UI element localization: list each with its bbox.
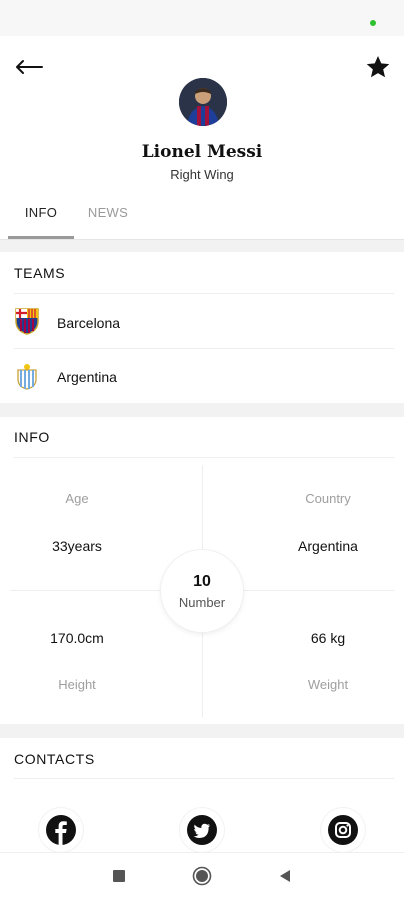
player-avatar — [179, 78, 227, 126]
section-gap — [0, 240, 404, 252]
instagram-button[interactable] — [321, 808, 365, 852]
favorite-button[interactable] — [362, 52, 394, 82]
jersey-number-value: 10 — [193, 572, 211, 590]
player-position: Right Wing — [170, 167, 234, 182]
recent-apps-button[interactable] — [107, 864, 131, 888]
square-icon — [113, 870, 125, 882]
instagram-icon — [328, 815, 358, 845]
weight-label: Weight — [307, 677, 349, 692]
team-row-barcelona[interactable]: Barcelona — [0, 298, 404, 348]
divider — [14, 293, 394, 294]
home-circle-icon — [192, 866, 212, 886]
jersey-number-label: Number — [178, 594, 226, 610]
section-gap — [0, 724, 404, 738]
country-label: Country — [305, 491, 351, 506]
divider — [14, 348, 394, 349]
info-section-title: INFO — [14, 429, 50, 445]
system-back-button[interactable] — [273, 864, 297, 888]
age-value: 33years — [52, 538, 102, 554]
teams-section-title: TEAMS — [14, 265, 66, 281]
team-row-argentina[interactable]: Argentina — [0, 352, 404, 402]
divider — [14, 778, 394, 779]
country-value: Argentina — [298, 538, 358, 554]
height-value: 170.0cm — [50, 630, 104, 646]
jersey-number-badge: 10 Number — [161, 550, 243, 632]
star-icon — [366, 55, 390, 78]
barcelona-crest-icon — [14, 307, 40, 335]
facebook-icon — [46, 815, 76, 845]
divider — [14, 457, 394, 458]
facebook-button[interactable] — [39, 808, 83, 852]
age-label: Age — [65, 491, 89, 506]
twitter-button[interactable] — [180, 808, 224, 852]
height-label: Height — [58, 677, 96, 692]
section-gap — [0, 403, 404, 417]
argentina-crest-icon — [14, 362, 40, 390]
tab-info[interactable]: INFO — [8, 205, 74, 220]
back-button[interactable] — [12, 54, 46, 80]
twitter-icon — [187, 815, 217, 845]
team-name: Barcelona — [57, 315, 121, 331]
team-name: Argentina — [57, 369, 117, 385]
home-button[interactable] — [190, 864, 214, 888]
triangle-back-icon — [280, 870, 290, 882]
weight-value: 66 kg — [310, 630, 346, 646]
back-arrow-icon — [16, 60, 43, 74]
battery-indicator-icon — [370, 20, 376, 26]
status-bar — [0, 0, 404, 36]
player-name: Lionel Messi — [141, 142, 263, 162]
tab-news[interactable]: NEWS — [78, 205, 138, 220]
contacts-section-title: CONTACTS — [14, 751, 95, 767]
